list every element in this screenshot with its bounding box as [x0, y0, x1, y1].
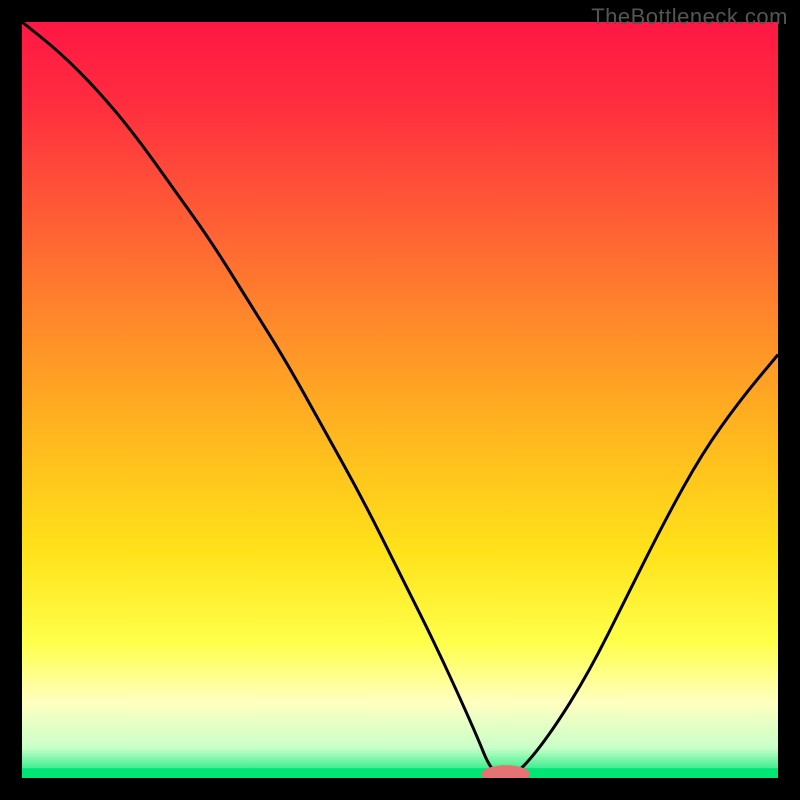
bottleneck-chart — [22, 22, 778, 778]
watermark-text: TheBottleneck.com — [591, 4, 788, 30]
baseline-strip — [22, 768, 778, 778]
chart-svg — [22, 22, 778, 778]
chart-frame: TheBottleneck.com — [0, 0, 800, 800]
